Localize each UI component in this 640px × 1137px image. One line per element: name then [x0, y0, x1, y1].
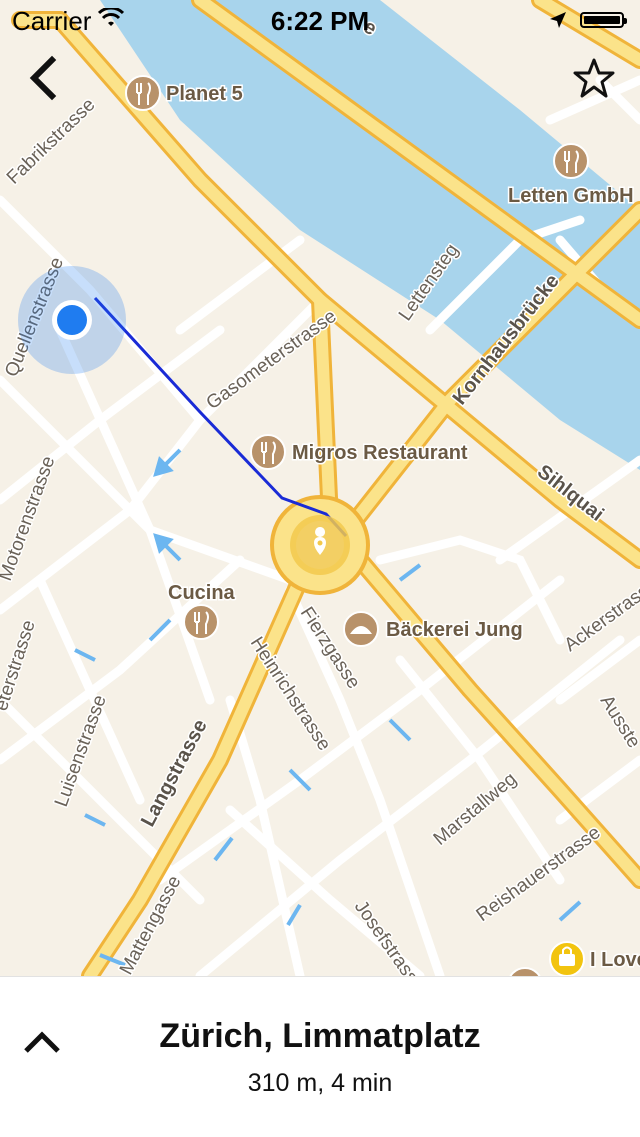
distance-time-label: 310 m, 4 min [247, 1069, 393, 1097]
back-button[interactable] [22, 52, 72, 102]
poi-label: Migros Restaurant [292, 442, 468, 464]
poi-label: Planet 5 [166, 83, 243, 105]
favorite-button[interactable] [570, 54, 618, 102]
poi-label: Letten GmbH [508, 185, 634, 207]
chevron-left-icon [29, 55, 57, 101]
star-icon [573, 58, 615, 98]
restaurant-icon [183, 604, 219, 640]
destination-marker[interactable] [290, 515, 350, 575]
poi-label: Cucina [168, 582, 236, 604]
route-info-panel[interactable]: Zürich, Limmatplatz 310 m, 4 min [0, 976, 640, 1137]
map-view[interactable]: Fabrikstrasse Quellenstrasse Gasometerst… [0, 0, 640, 976]
restaurant-icon [250, 434, 286, 470]
restaurant-icon [553, 143, 589, 179]
poi-label: Bäckerei Jung [386, 619, 523, 641]
destination-title: Zürich, Limmatplatz [159, 1017, 481, 1055]
status-bar: Carrier 6:22 PM [0, 0, 640, 40]
clock: 6:22 PM [270, 6, 370, 36]
user-location [18, 266, 126, 374]
restaurant-icon [125, 75, 161, 111]
battery-icon [580, 12, 627, 28]
poi-label: I Love [590, 949, 640, 971]
location-arrow-icon [550, 12, 566, 28]
